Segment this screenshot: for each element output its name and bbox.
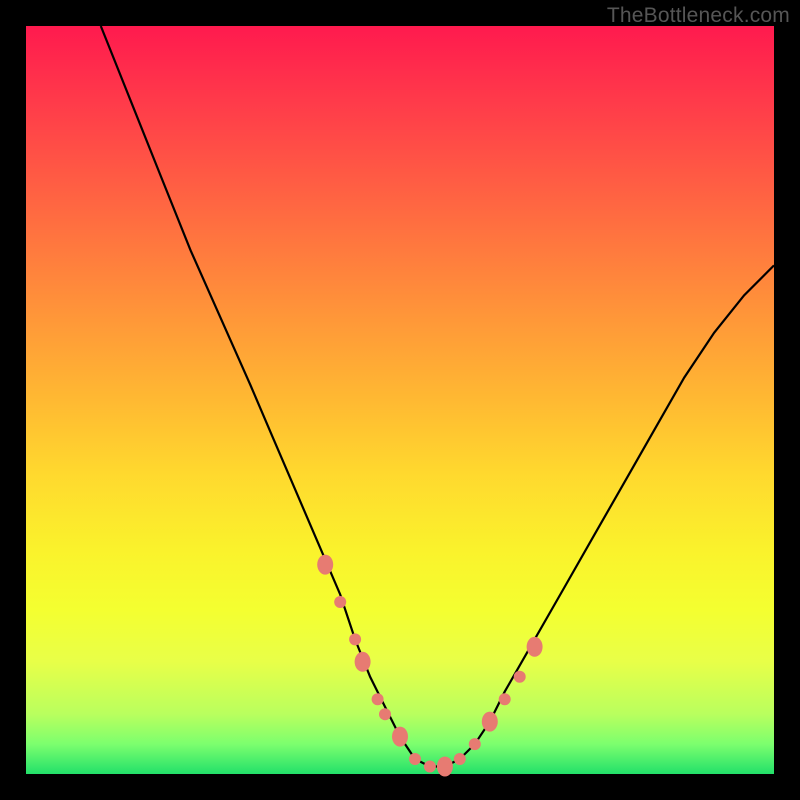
curve-svg (26, 26, 774, 774)
bottleneck-curve-path (101, 26, 774, 767)
plot-area (26, 26, 774, 774)
highlight-marker (355, 652, 371, 672)
highlight-marker (454, 753, 466, 765)
highlight-marker (372, 693, 384, 705)
highlight-marker (482, 712, 498, 732)
highlight-marker (334, 596, 346, 608)
curve-path-group (101, 26, 774, 767)
watermark-text: TheBottleneck.com (607, 4, 790, 28)
highlight-marker (424, 761, 436, 773)
highlight-marker (317, 555, 333, 575)
highlight-marker (437, 757, 453, 777)
highlight-marker (409, 753, 421, 765)
highlight-marker (527, 637, 543, 657)
highlight-marker (392, 727, 408, 747)
highlight-marker (379, 708, 391, 720)
highlight-marker (469, 738, 481, 750)
highlight-marker (499, 693, 511, 705)
highlight-markers (317, 555, 542, 777)
highlight-marker (349, 633, 361, 645)
chart-frame: TheBottleneck.com (0, 0, 800, 800)
highlight-marker (514, 671, 526, 683)
